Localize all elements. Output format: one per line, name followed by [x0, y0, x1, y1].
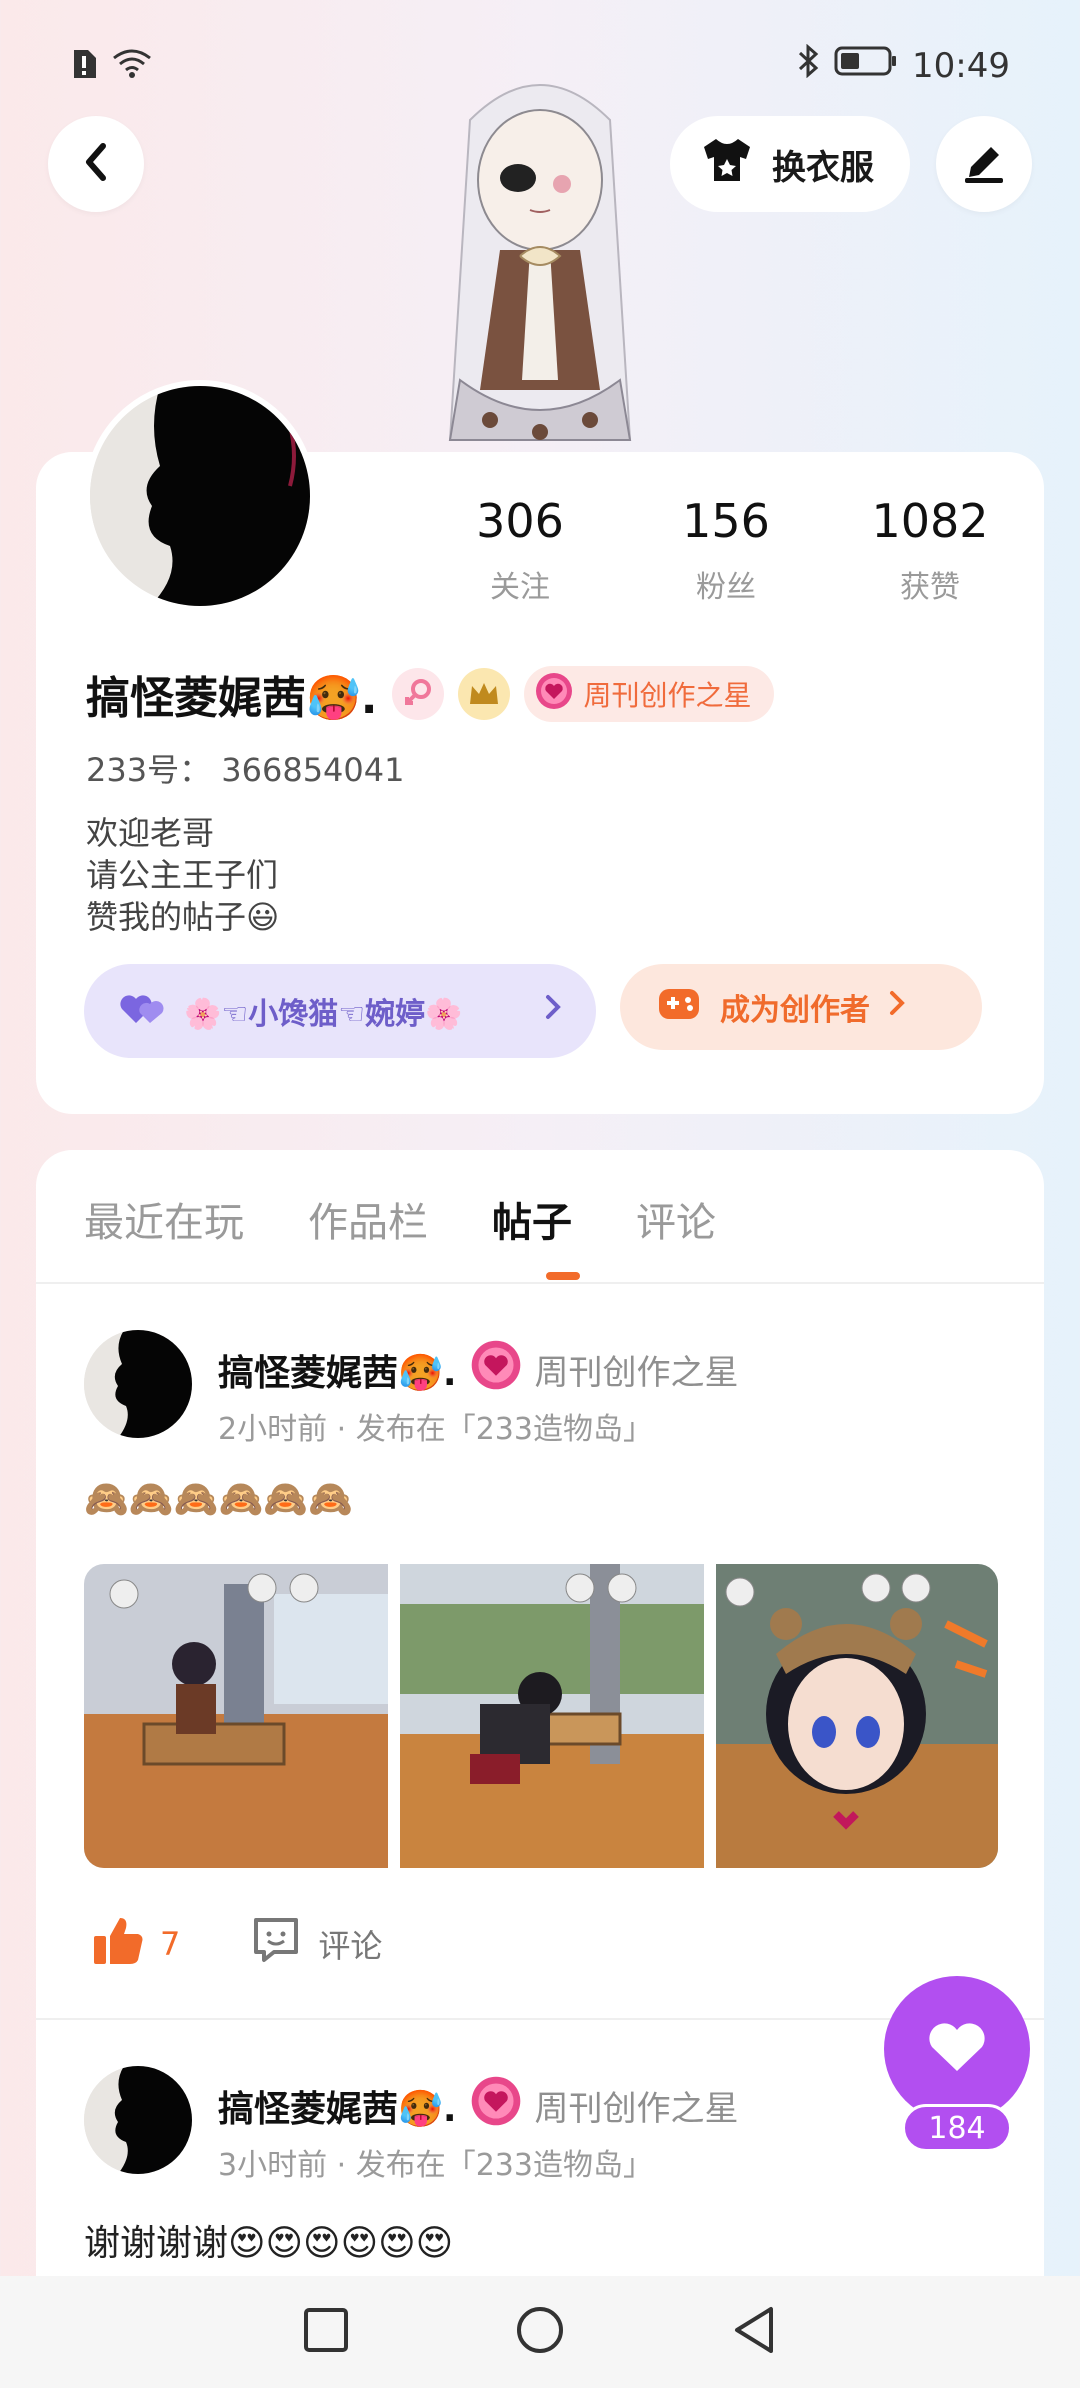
pen-icon	[961, 141, 1007, 187]
like-count: 7	[160, 1925, 181, 1963]
post-author-name[interactable]: 搞怪菱娓茜🥵.	[218, 1344, 457, 1396]
stat-following-value: 306	[476, 494, 564, 548]
post-image[interactable]	[716, 1564, 998, 1868]
wifi-icon	[112, 48, 152, 84]
dress-up-button[interactable]: 换衣服	[670, 116, 910, 212]
heart-icon	[926, 2019, 988, 2079]
dress-up-label: 换衣服	[772, 147, 874, 188]
username-row: 搞怪菱娓茜🥵. 周刊创作之星	[86, 662, 774, 726]
tab-posts[interactable]: 帖子	[492, 1190, 572, 1248]
post-author-row: 搞怪菱娓茜🥵. 周刊创作之星	[218, 2074, 739, 2137]
user-avatar[interactable]	[84, 380, 316, 612]
weekly-star-label: 周刊创作之星	[583, 679, 752, 712]
stat-likes-label: 获赞	[900, 570, 960, 605]
post-image-grid	[84, 1564, 998, 1868]
post-meta: 3小时前 · 发布在「233造物岛」	[218, 2148, 653, 2183]
stat-followers[interactable]: 156 粉丝	[636, 494, 816, 606]
post-author-avatar[interactable]	[84, 2066, 192, 2174]
chevron-left-icon	[81, 140, 111, 188]
post-item[interactable]: 搞怪菱娓茜🥵. 周刊创作之星 2小时前 · 发布在「233造物岛」 🙈🙈🙈🙈🙈🙈	[36, 1330, 1044, 2030]
post-author-badge: 周刊创作之星	[534, 2089, 739, 2129]
heart-medal-icon	[469, 2074, 523, 2137]
chevron-right-icon	[888, 989, 906, 1025]
floating-like-button[interactable]	[884, 1976, 1030, 2122]
recents-square-icon[interactable]	[303, 2307, 349, 2357]
fan-group-label: 🌸☜小馋猫☜婉婷🌸	[184, 997, 463, 1032]
post-author-row: 搞怪菱娓茜🥵. 周刊创作之星	[218, 1338, 739, 1401]
avatar-character-illustration	[390, 60, 690, 460]
stat-likes[interactable]: 1082 获赞	[840, 494, 1020, 606]
post-author-badge: 周刊创作之星	[534, 1353, 739, 1393]
stat-likes-value: 1082	[871, 494, 989, 548]
active-tab-indicator	[546, 1272, 580, 1280]
chevron-right-icon	[544, 993, 562, 1029]
post-actions: 7 评论	[92, 1914, 382, 1974]
floating-like-count: 184	[902, 2104, 1012, 2152]
home-circle-icon[interactable]	[515, 2305, 565, 2359]
post-text: 谢谢谢谢😍😍😍😍😍😍	[84, 2223, 454, 2264]
crown-icon[interactable]	[457, 668, 510, 720]
thumbs-up-icon	[92, 1914, 144, 1974]
user-id: 233号： 366854041	[86, 751, 405, 789]
heart-medal-icon	[469, 1338, 523, 1401]
stat-followers-label: 粉丝	[696, 570, 756, 605]
bluetooth-icon	[796, 43, 820, 87]
edit-profile-button[interactable]	[936, 116, 1032, 212]
bio-line: 赞我的帖子😃	[86, 898, 280, 936]
post-item[interactable]: 搞怪菱娓茜🥵. 周刊创作之星 3小时前 · 发布在「233造物岛」 谢谢谢谢😍😍…	[36, 2066, 1044, 2276]
gamepad-icon	[656, 983, 702, 1031]
status-time: 10:49	[912, 45, 1010, 86]
post-author-avatar[interactable]	[84, 1330, 192, 1438]
post-text: 🙈🙈🙈🙈🙈🙈	[84, 1479, 353, 1520]
fan-group-button[interactable]: 🌸☜小馋猫☜婉婷🌸	[84, 964, 596, 1058]
stat-following-label: 关注	[490, 570, 550, 605]
comment-label: 评论	[318, 1927, 383, 1965]
bio-line: 请公主王子们	[86, 856, 279, 894]
alert-sim-icon	[70, 48, 98, 84]
post-image[interactable]	[400, 1564, 704, 1868]
post-author-name[interactable]: 搞怪菱娓茜🥵.	[218, 2080, 457, 2132]
tab-works[interactable]: 作品栏	[308, 1190, 428, 1248]
weekly-star-badge[interactable]: 周刊创作之星	[523, 666, 774, 722]
stat-followers-value: 156	[682, 494, 770, 548]
bio-line: 欢迎老哥	[86, 814, 215, 852]
female-gender-icon	[391, 668, 444, 720]
battery-icon	[834, 45, 898, 86]
system-nav-bar	[0, 2276, 1080, 2388]
post-meta: 2小时前 · 发布在「233造物岛」	[218, 1412, 653, 1447]
back-button[interactable]	[48, 116, 144, 212]
divider	[36, 1282, 1044, 1284]
stat-following[interactable]: 306 关注	[430, 494, 610, 606]
shirt-icon	[700, 137, 754, 192]
comment-icon	[250, 1914, 302, 1974]
become-creator-label: 成为创作者	[720, 993, 870, 1028]
username: 搞怪菱娓茜🥵.	[86, 673, 378, 724]
double-heart-icon	[118, 987, 170, 1035]
like-button[interactable]: 7	[92, 1914, 180, 1974]
back-triangle-icon[interactable]	[731, 2305, 777, 2359]
tab-comments[interactable]: 评论	[636, 1190, 716, 1248]
comment-button[interactable]: 评论	[250, 1914, 382, 1974]
profile-tabs: 最近在玩 作品栏 帖子 评论	[84, 1190, 716, 1248]
post-image[interactable]	[84, 1564, 388, 1868]
heart-medal-icon	[534, 671, 574, 718]
tab-recently-played[interactable]: 最近在玩	[84, 1190, 244, 1248]
user-bio: 欢迎老哥 请公主王子们 赞我的帖子😃	[86, 812, 279, 938]
become-creator-button[interactable]: 成为创作者	[620, 964, 982, 1050]
